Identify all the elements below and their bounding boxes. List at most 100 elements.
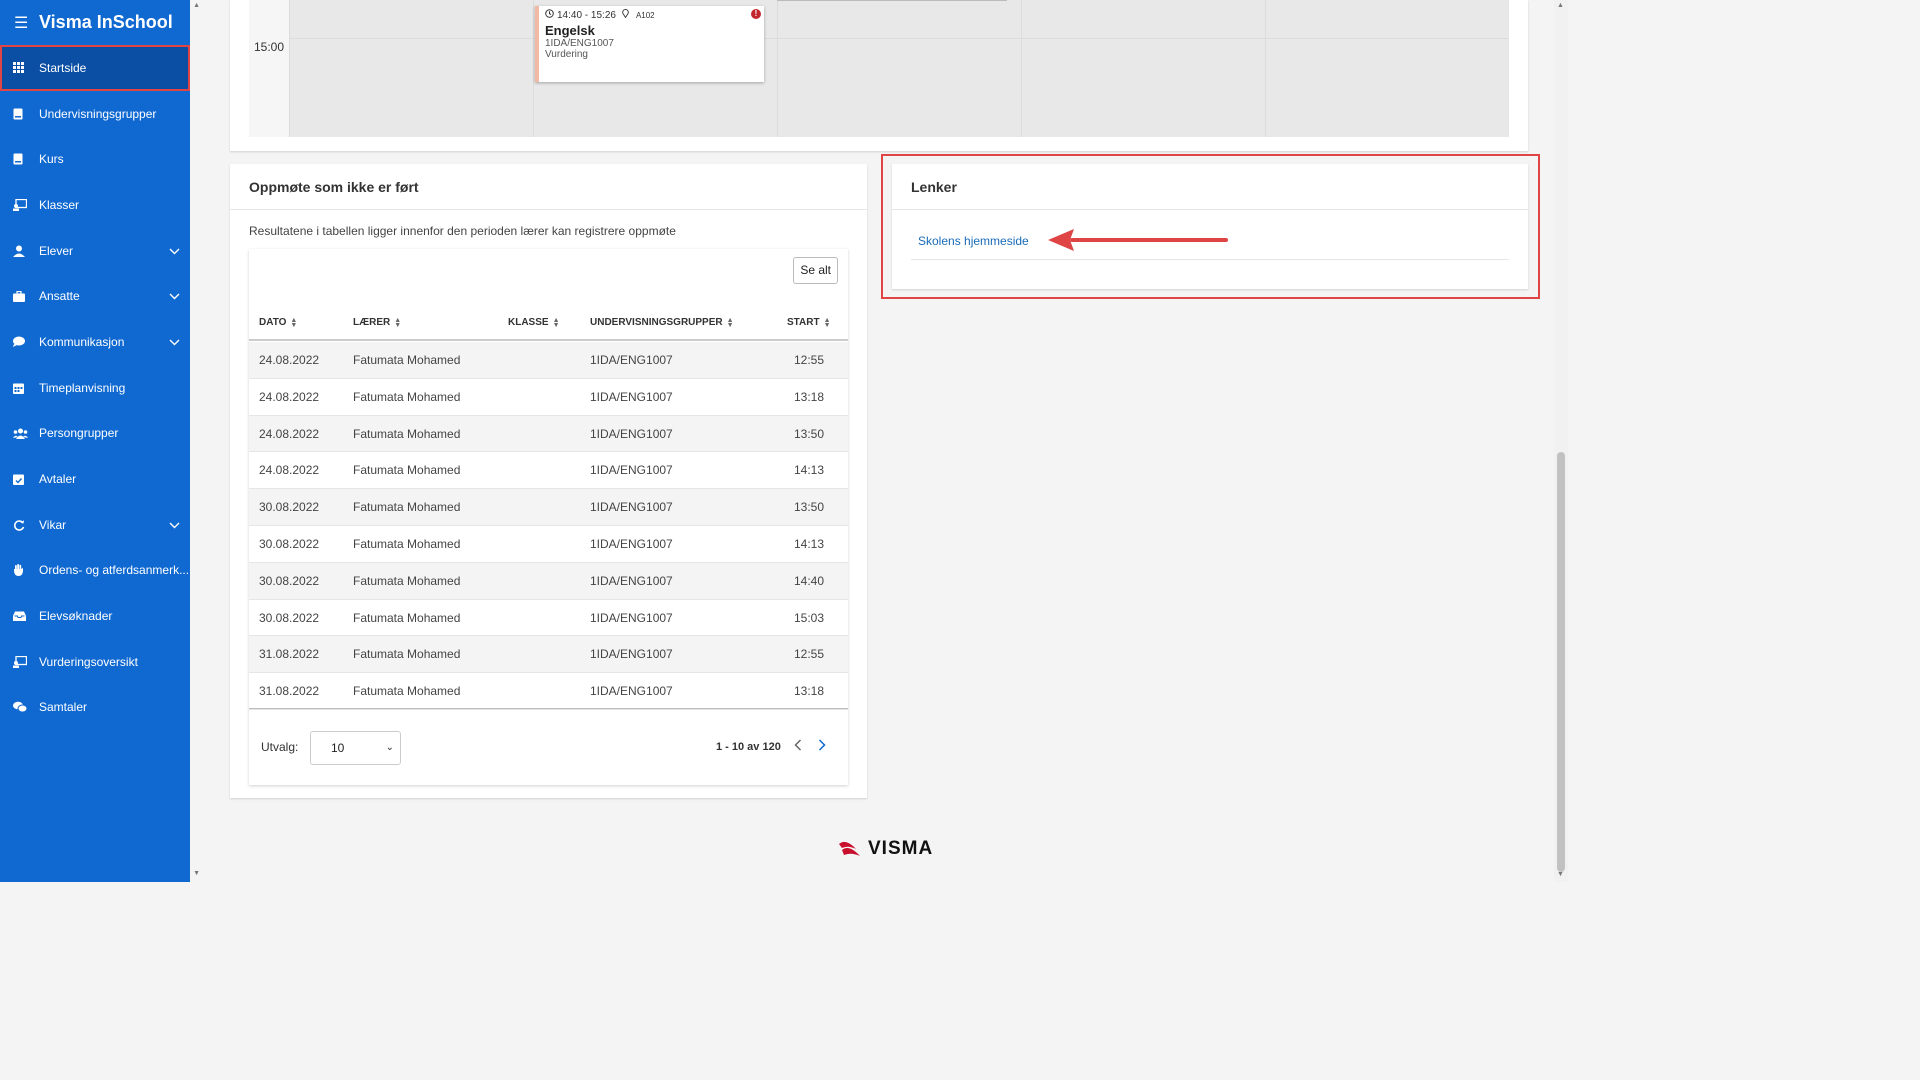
table-row[interactable]: 31.08.2022 Fatumata Mohamed 1IDA/ENG1007 13… bbox=[249, 673, 848, 710]
sidebar-item-startside[interactable]: Startside bbox=[0, 45, 190, 91]
sidebar-item-label: Elever bbox=[39, 243, 74, 258]
sidebar-item-elevsoknader[interactable]: Elevsøknader bbox=[0, 593, 190, 639]
sidebar-item-label: Vikar bbox=[39, 517, 67, 532]
visma-logo: VISMA bbox=[838, 838, 933, 860]
classroom-icon bbox=[13, 198, 39, 211]
cell-dato: 24.08.2022 bbox=[259, 426, 320, 441]
page-size-value: 10 bbox=[331, 741, 345, 755]
timetable-grid bbox=[249, 0, 1509, 137]
school-homepage-link[interactable]: Skolens hjemmeside bbox=[918, 234, 1029, 248]
next-page-button[interactable] bbox=[818, 738, 826, 754]
timetable-day-column bbox=[1021, 0, 1265, 137]
sidebar-item-elever[interactable]: Elever bbox=[0, 228, 190, 274]
table-row[interactable]: 24.08.2022 Fatumata Mohamed 1IDA/ENG1007 13… bbox=[249, 415, 848, 453]
scroll-down-arrow-icon[interactable]: ▼ bbox=[1557, 871, 1564, 878]
cell-dato: 30.08.2022 bbox=[259, 536, 320, 551]
cell-start: 13:18 bbox=[794, 389, 825, 404]
table-row[interactable]: 24.08.2022 Fatumata Mohamed 1IDA/ENG1007 13… bbox=[249, 379, 848, 416]
cell-dato: 31.08.2022 bbox=[259, 684, 320, 699]
column-header-undervisningsgrupper[interactable]: UNDERVISNINGSGRUPPER ▲ ▼ bbox=[590, 317, 734, 329]
cell-undervisningsgruppe: 1IDA/ENG1007 bbox=[590, 426, 673, 441]
sidebar-item-persongrupper[interactable]: Persongrupper bbox=[0, 411, 190, 457]
clock-icon bbox=[545, 9, 554, 21]
page-size-select[interactable]: 10 ⌄ bbox=[310, 731, 401, 765]
cell-undervisningsgruppe: 1IDA/ENG1007 bbox=[590, 389, 673, 404]
cell-laerer: Fatumata Mohamed bbox=[353, 389, 461, 404]
scroll-up-arrow-icon[interactable]: ▲ bbox=[193, 2, 200, 9]
sidebar-item-label: Startside bbox=[39, 60, 87, 75]
table-footer: Utvalg: 10 ⌄ 1 - 10 av 120 bbox=[249, 708, 848, 785]
event-meta: 14:40 - 15:26 A102 bbox=[545, 9, 758, 21]
cell-undervisningsgruppe: 1IDA/ENG1007 bbox=[590, 463, 673, 478]
previous-page-button[interactable] bbox=[794, 738, 802, 754]
sidebar-item-kommunikasjon[interactable]: Kommunikasjon bbox=[0, 319, 190, 365]
sort-icon: ▲ ▼ bbox=[552, 316, 560, 329]
chevron-down-icon[interactable] bbox=[169, 244, 180, 258]
book-icon bbox=[13, 153, 39, 165]
column-header-dato[interactable]: DATO ▲ ▼ bbox=[259, 317, 297, 329]
chevron-left-icon bbox=[794, 739, 802, 751]
sidebar-item-timeplanvisning[interactable]: Timeplanvisning bbox=[0, 365, 190, 411]
sidebar-item-vurderingsoversikt[interactable]: Vurderingsoversikt bbox=[0, 639, 190, 685]
table-row[interactable]: 24.08.2022 Fatumata Mohamed 1IDA/ENG1007 12… bbox=[249, 342, 848, 379]
cell-undervisningsgruppe: 1IDA/ENG1007 bbox=[590, 536, 673, 551]
sidebar-item-label: Klasser bbox=[39, 197, 80, 212]
column-header-label: DATO bbox=[259, 317, 287, 328]
column-header-laerer[interactable]: LÆRER ▲ ▼ bbox=[353, 317, 401, 329]
sidebar-item-kurs[interactable]: Kurs bbox=[0, 136, 190, 182]
see-all-button[interactable]: Se alt bbox=[793, 257, 838, 284]
menu-icon[interactable]: ☰ bbox=[14, 13, 39, 33]
sidebar-item-avtaler[interactable]: Avtaler bbox=[0, 456, 190, 502]
cell-laerer: Fatumata Mohamed bbox=[353, 353, 461, 367]
chevron-right-icon bbox=[818, 739, 826, 751]
event-room: A102 bbox=[635, 10, 655, 20]
cell-undervisningsgruppe: 1IDA/ENG1007 bbox=[590, 573, 673, 588]
sidebar: ☰ Visma InSchool Startside Undervisnings… bbox=[0, 0, 200, 882]
cell-undervisningsgruppe: 1IDA/ENG1007 bbox=[590, 647, 673, 662]
table-row[interactable]: 31.08.2022 Fatumata Mohamed 1IDA/ENG1007 12… bbox=[249, 636, 848, 674]
sidebar-item-ordens-og-atferdsanmerkninger[interactable]: Ordens- og atferdsanmerk... bbox=[0, 548, 190, 594]
time-label: 15:00 bbox=[254, 40, 285, 54]
chevron-down-icon[interactable] bbox=[169, 335, 180, 349]
calendar-check-icon bbox=[13, 473, 39, 486]
timetable-day-column bbox=[777, 0, 1021, 137]
pagination-range: 1 - 10 av 120 bbox=[716, 741, 781, 753]
warning-icon: ! bbox=[751, 9, 761, 19]
chevron-down-icon[interactable] bbox=[169, 289, 180, 303]
cell-start: 15:03 bbox=[794, 610, 825, 625]
sidebar-item-label: Kurs bbox=[39, 152, 64, 167]
table-row[interactable]: 30.08.2022 Fatumata Mohamed 1IDA/ENG1007 14… bbox=[249, 562, 848, 600]
app-title[interactable]: Visma InSchool bbox=[39, 12, 173, 33]
table-row[interactable]: 30.08.2022 Fatumata Mohamed 1IDA/ENG1007 14… bbox=[249, 526, 848, 563]
table-row[interactable]: 30.08.2022 Fatumata Mohamed 1IDA/ENG1007 15… bbox=[249, 600, 848, 637]
sidebar-item-label: Ansatte bbox=[39, 289, 80, 304]
column-header-start[interactable]: START ▲ ▼ bbox=[787, 317, 831, 329]
chevron-down-icon[interactable] bbox=[169, 518, 180, 532]
sidebar-item-klasser[interactable]: Klasser bbox=[0, 182, 190, 228]
sidebar-item-vikar[interactable]: Vikar bbox=[0, 502, 190, 548]
chat-icon bbox=[13, 336, 39, 348]
table-row[interactable]: 24.08.2022 Fatumata Mohamed 1IDA/ENG1007 14… bbox=[249, 452, 848, 490]
sidebar-item-undervisningsgrupper[interactable]: Undervisningsgrupper bbox=[0, 91, 190, 137]
cell-dato: 30.08.2022 bbox=[259, 500, 320, 515]
cell-start: 13:50 bbox=[794, 500, 825, 515]
page-scrollbar[interactable]: ▲ ▼ bbox=[1554, 0, 1568, 882]
annotation-arrow-icon bbox=[1048, 229, 1228, 251]
sidebar-item-label: Avtaler bbox=[39, 472, 77, 487]
table-row[interactable]: 30.08.2022 Fatumata Mohamed 1IDA/ENG1007 13… bbox=[249, 489, 848, 526]
scrollbar-thumb[interactable] bbox=[1557, 452, 1565, 872]
sidebar-item-label: Vurderingsoversikt bbox=[39, 654, 138, 669]
links-card-title: Lenker bbox=[892, 164, 1528, 210]
column-header-klasse[interactable]: KLASSE ▲ ▼ bbox=[508, 316, 560, 329]
cell-start: 14:40 bbox=[794, 573, 825, 588]
sidebar-item-ansatte[interactable]: Ansatte bbox=[0, 273, 190, 319]
scroll-down-arrow-icon[interactable]: ▼ bbox=[193, 870, 200, 877]
refresh-icon bbox=[13, 519, 39, 531]
cell-dato: 30.08.2022 bbox=[259, 610, 320, 625]
page-size-label: Utvalg: bbox=[261, 740, 299, 754]
people-icon bbox=[13, 428, 39, 439]
scroll-up-arrow-icon[interactable]: ▲ bbox=[1557, 2, 1564, 9]
sidebar-item-samtaler[interactable]: Samtaler bbox=[0, 685, 190, 731]
timetable-event[interactable]: 14:40 - 15:26 A102 Engelsk 1IDA/ENG1007 … bbox=[535, 6, 764, 82]
event-edge bbox=[777, 0, 1007, 1]
